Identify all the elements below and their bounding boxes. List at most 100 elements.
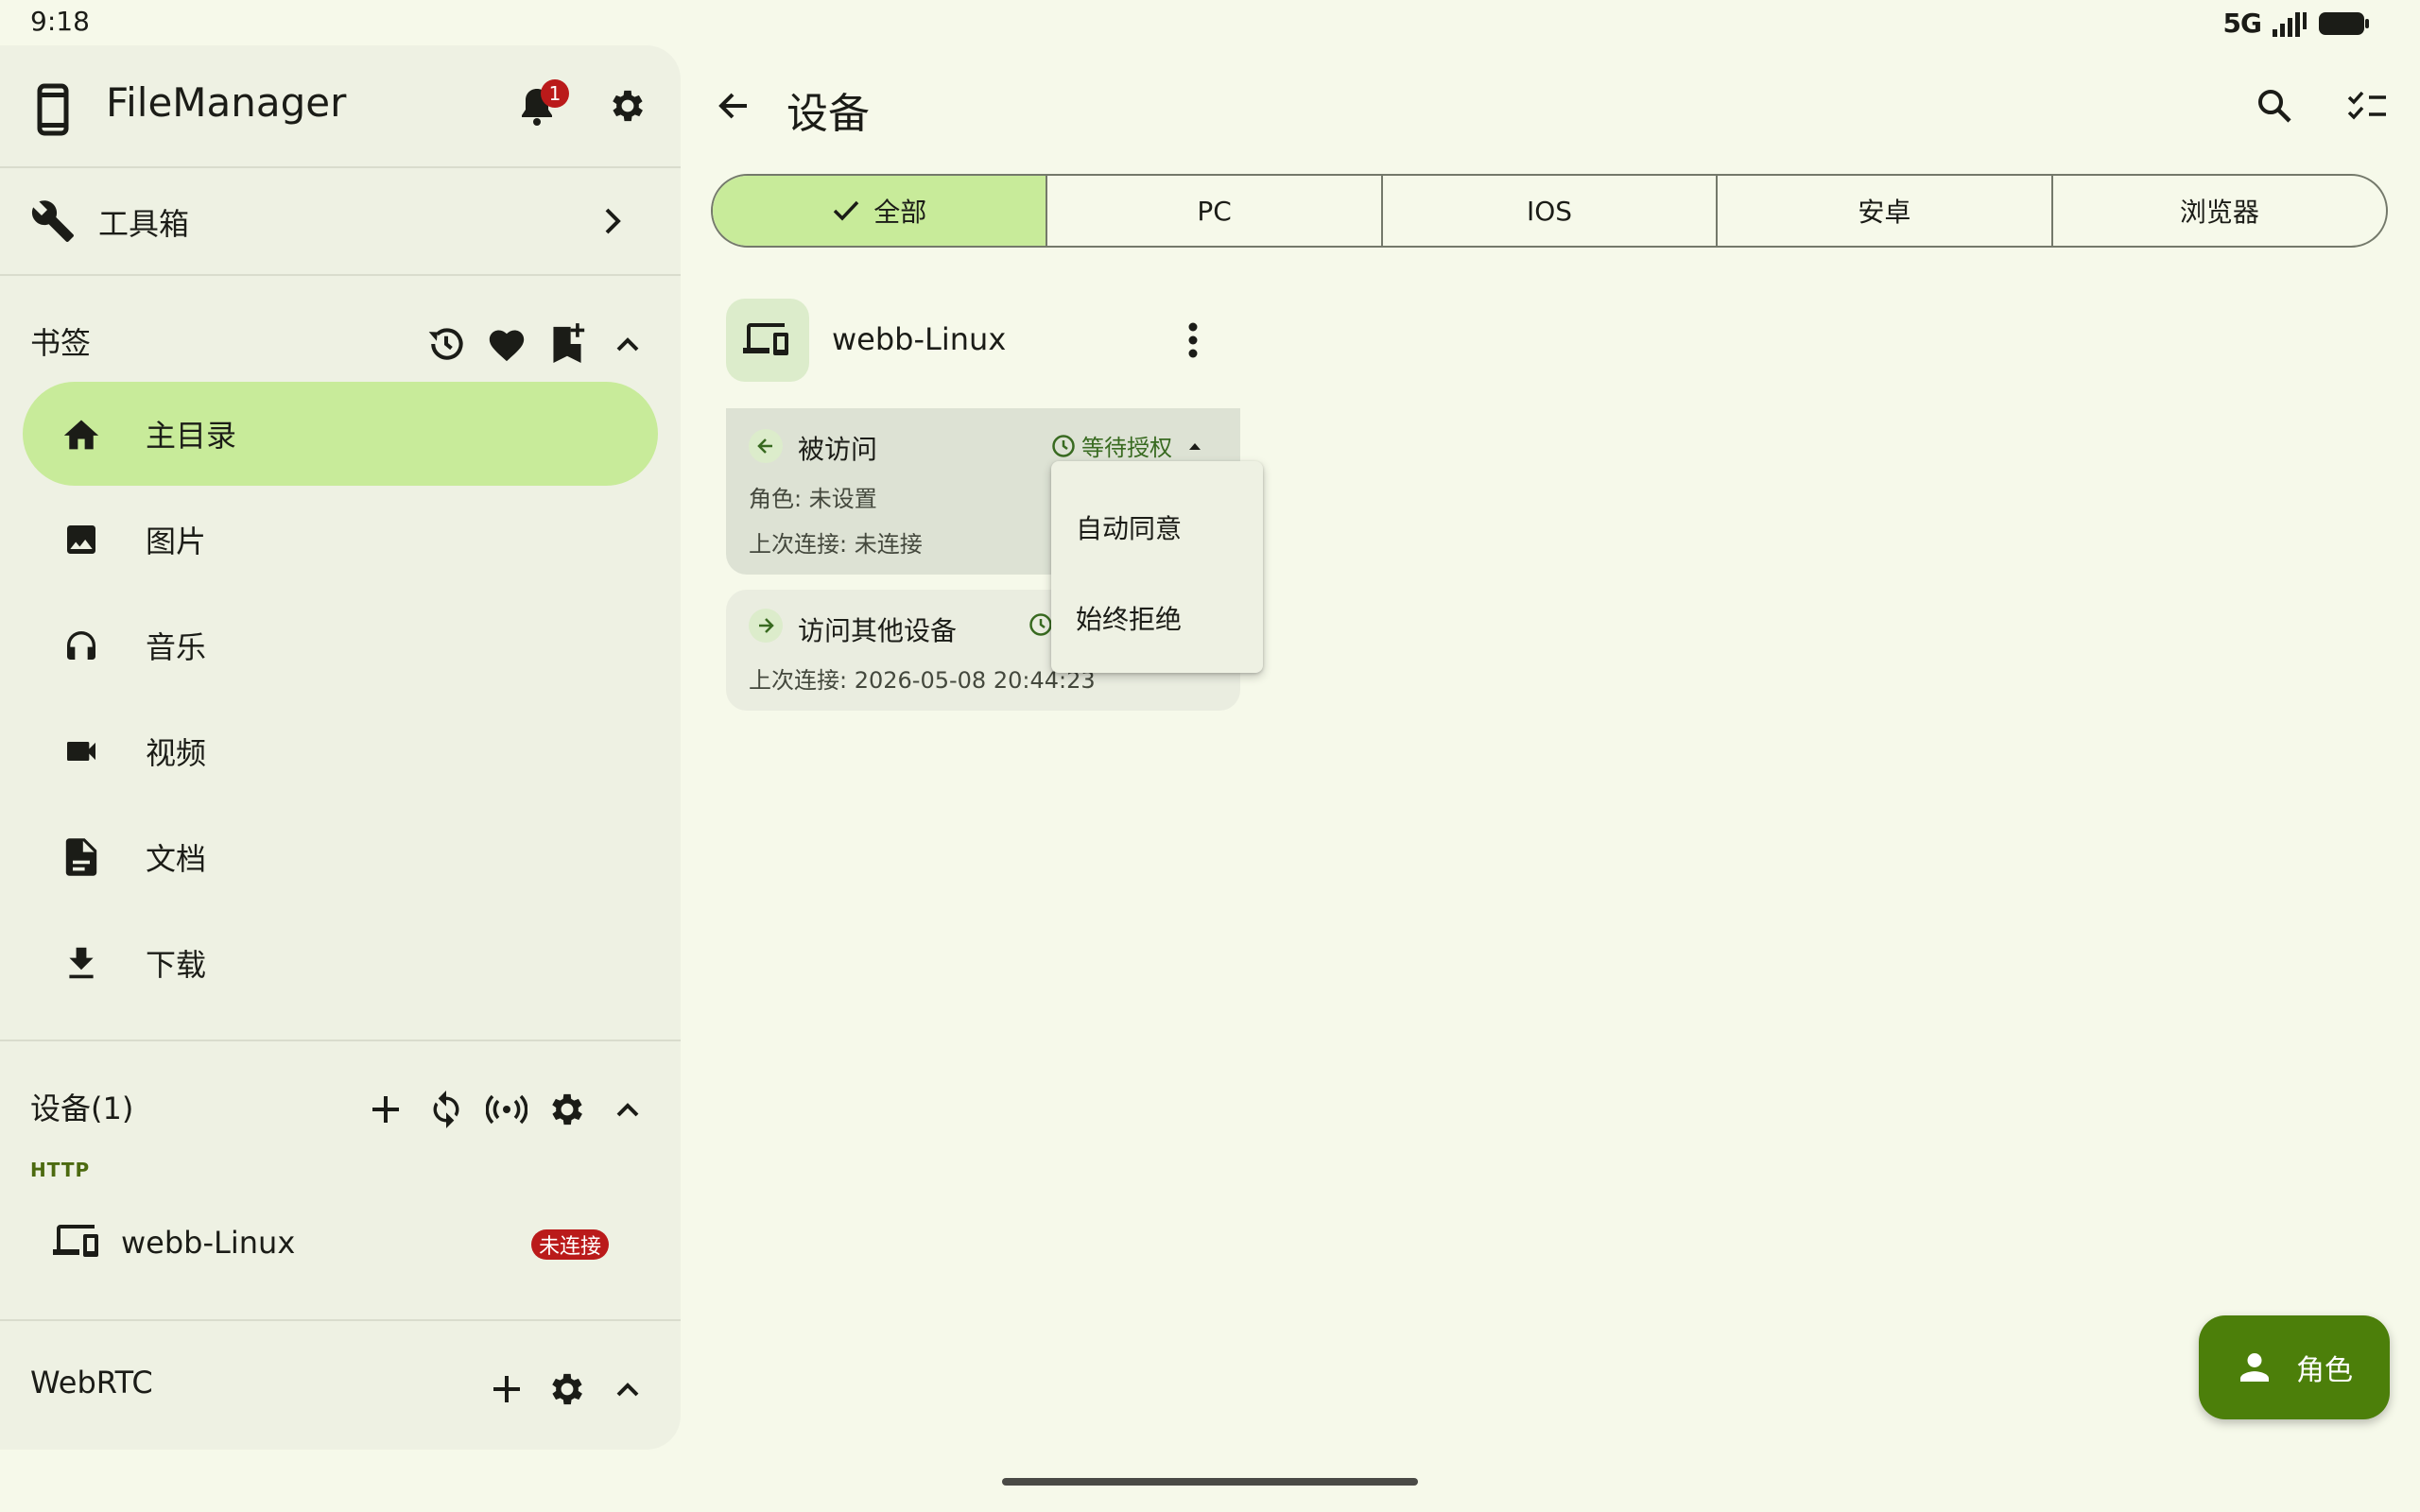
tab-label: IOS [1526, 195, 1573, 227]
arrow-back-icon [749, 429, 783, 463]
sidebar-item-label: 下载 [146, 947, 207, 983]
webrtc-settings-button[interactable] [537, 1359, 597, 1419]
chevron-right-icon [596, 202, 630, 240]
menu-item-auto-agree[interactable]: 自动同意 [1076, 508, 1182, 546]
sidebar-item-downloads[interactable]: 下载 [23, 911, 658, 1015]
sidebar-item-label: 图片 [146, 524, 207, 559]
add-bookmark-button[interactable] [537, 314, 597, 374]
sidebar-device-name: webb-Linux [121, 1225, 296, 1261]
status-indicators: 5G [2223, 8, 2371, 39]
arrow-back-icon [715, 87, 752, 125]
tab-pc[interactable]: PC [1046, 176, 1380, 246]
network-type: 5G [2222, 8, 2262, 39]
check-icon [832, 199, 860, 222]
chevron-up-icon [611, 1372, 645, 1406]
gear-icon [546, 1089, 588, 1130]
person-icon [2236, 1349, 2273, 1386]
page-title: 设备 [786, 90, 870, 138]
checklist-icon [2346, 89, 2388, 123]
heart-icon [486, 325, 527, 363]
accessed-last-connect: 上次连接: 未连接 [749, 531, 923, 558]
sidebar-item-label: 文档 [146, 841, 207, 877]
add-webrtc-button[interactable] [476, 1359, 537, 1419]
pending-status[interactable]: 等待授权 [1051, 429, 1202, 462]
collapse-devices-button[interactable] [597, 1079, 658, 1140]
device-type-tabs: 全部 PC IOS 安卓 浏览器 [711, 174, 2388, 248]
tab-android[interactable]: 安卓 [1716, 176, 2050, 246]
device-settings-button[interactable] [537, 1079, 597, 1140]
sidebar-item-music[interactable]: 音乐 [23, 593, 658, 697]
chevron-up-icon [611, 327, 645, 361]
caret-up-icon [1187, 441, 1202, 451]
notification-badge: 1 [541, 79, 569, 108]
gear-icon [607, 85, 648, 127]
device-group-label: HTTP [30, 1159, 91, 1181]
document-icon [55, 836, 108, 878]
device-more-button[interactable] [1172, 314, 1214, 367]
webrtc-title: WebRTC [30, 1365, 153, 1400]
devices-icon [53, 1223, 102, 1261]
device-status-badge: 未连接 [531, 1229, 610, 1260]
battery-icon [2318, 10, 2371, 37]
home-indicator[interactable] [1002, 1478, 1418, 1486]
notifications-button[interactable]: 1 [507, 76, 569, 136]
settings-button[interactable] [597, 76, 658, 136]
arrow-forward-icon [749, 609, 783, 643]
gear-icon [546, 1368, 588, 1410]
tab-ios[interactable]: IOS [1380, 176, 1716, 246]
favorites-button[interactable] [476, 314, 537, 374]
more-vert-icon [1187, 321, 1199, 359]
accessed-title: 被访问 [798, 434, 878, 465]
wrench-icon [30, 198, 76, 244]
menu-item-always-reject[interactable]: 始终拒绝 [1076, 599, 1182, 637]
refresh-devices-button[interactable] [416, 1079, 476, 1140]
add-device-button[interactable] [355, 1079, 416, 1140]
toolbox-row[interactable]: 工具箱 [0, 168, 681, 274]
videocam-icon [55, 732, 108, 770]
tab-all[interactable]: 全部 [713, 176, 1046, 246]
sidebar-item-documents[interactable]: 文档 [23, 805, 658, 909]
device-avatar [726, 299, 809, 382]
image-icon [55, 521, 108, 558]
history-button[interactable] [416, 314, 476, 374]
role-fab[interactable]: 角色 [2199, 1315, 2390, 1419]
back-button[interactable] [703, 76, 764, 136]
pending-label: 等待授权 [1081, 435, 1172, 461]
tab-label: 全部 [873, 197, 927, 228]
collapse-bookmarks-button[interactable] [597, 314, 658, 374]
sidebar-item-home[interactable]: 主目录 [23, 382, 658, 486]
devices-title: 设备(1) [30, 1091, 134, 1126]
phone-icon [32, 83, 74, 136]
device-name: webb-Linux [832, 321, 1007, 357]
home-icon [55, 415, 108, 453]
sidebar-item-label: 视频 [146, 735, 207, 771]
sidebar-item-label: 主目录 [146, 418, 237, 454]
access-others-last-connect: 上次连接: 2026-05-08 20:44:23 [749, 667, 1096, 694]
access-others-title: 访问其他设备 [798, 615, 958, 646]
plus-icon [490, 1372, 524, 1406]
sidebar-item-pictures[interactable]: 图片 [23, 488, 658, 592]
sidebar-item-label: 音乐 [146, 629, 207, 665]
search-icon [2256, 87, 2293, 125]
signal-icon [2271, 10, 2308, 37]
app-title: FileManager [106, 79, 347, 126]
broadcast-icon [486, 1094, 527, 1125]
navigation-drawer: FileManager 1 工具箱 书签 主目录 图片 音乐 视频 文档 下载 … [0, 45, 681, 1450]
tab-browser[interactable]: 浏览器 [2050, 176, 2386, 246]
tab-label: 浏览器 [2179, 197, 2259, 228]
plus-icon [369, 1092, 403, 1126]
tab-label: 安卓 [1858, 197, 1911, 228]
headphones-icon [55, 627, 108, 664]
clock-icon [1028, 612, 1053, 637]
devices-icon [743, 321, 792, 359]
collapse-webrtc-button[interactable] [597, 1359, 658, 1419]
broadcast-button[interactable] [476, 1079, 537, 1140]
sync-icon [427, 1089, 465, 1130]
sidebar-item-videos[interactable]: 视频 [23, 699, 658, 803]
tab-label: PC [1197, 195, 1232, 227]
fab-label: 角色 [2296, 1354, 2353, 1387]
role-line: 角色: 未设置 [749, 486, 877, 512]
history-icon [425, 323, 467, 365]
search-button[interactable] [2244, 76, 2305, 136]
select-mode-button[interactable] [2337, 76, 2397, 136]
